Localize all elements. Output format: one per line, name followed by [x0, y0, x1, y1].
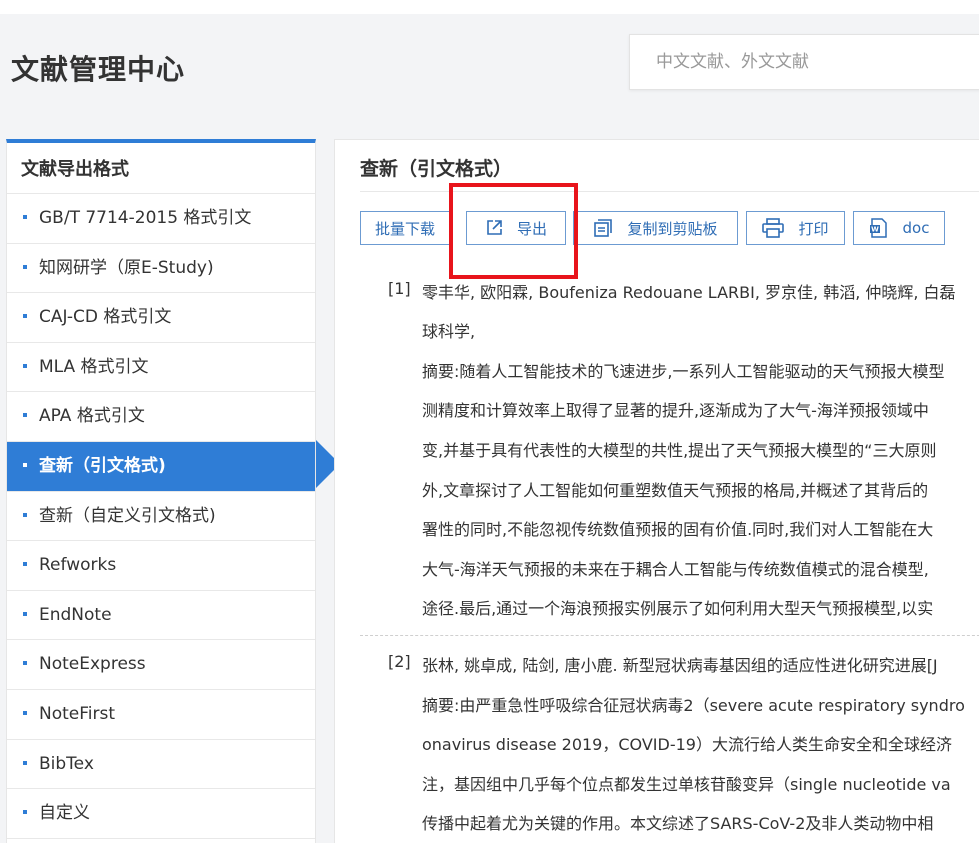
print-label: 打印	[798, 219, 829, 238]
sidebar-title: 文献导出格式	[7, 143, 315, 194]
sidebar-item-estudy[interactable]: 知网研学（原E-Study)	[7, 244, 315, 294]
bullet-icon	[23, 413, 27, 418]
sidebar-item-custom[interactable]: 自定义	[7, 789, 315, 839]
sidebar-item-label: GB/T 7714-2015 格式引文	[39, 208, 252, 228]
page-header: 文献管理中心	[0, 14, 979, 110]
reference-1-line: 大气-海洋天气预报的未来在于耦合人工智能与传统数值模式的混合模型,	[422, 560, 929, 579]
reference-1-line: 署性的同时,不能忽视传统数值预报的固有价值.同时,我们对人工智能在大	[422, 520, 934, 539]
sidebar-item-mla[interactable]: MLA 格式引文	[7, 343, 315, 393]
doc-label: doc	[902, 219, 930, 237]
bullet-icon	[23, 215, 27, 219]
bullet-icon	[23, 760, 27, 765]
sidebar-item-refworks[interactable]: Refworks	[7, 541, 315, 591]
reference-1-line: 球科学,	[422, 322, 476, 341]
batch-download-label: 批量下载	[374, 219, 435, 238]
search-box[interactable]	[629, 34, 979, 90]
sidebar-item-notefirst[interactable]: NoteFirst	[7, 690, 315, 740]
reference-2-line: 摘要:由严重急性呼吸综合征冠状病毒2（severe acute respirat…	[422, 696, 965, 715]
reference-1-line: 零丰华, 欧阳霖, Boufeniza Redouane LARBI, 罗京佳,…	[422, 283, 956, 302]
reference-number: [1]	[388, 279, 411, 298]
export-button[interactable]: 导出	[466, 211, 566, 245]
sidebar-item-gbt7714[interactable]: GB/T 7714-2015 格式引文	[7, 194, 315, 244]
reference-1-line: 摘要:随着人工智能技术的飞速进步,一系列人工智能驱动的天气预报大模型	[422, 362, 945, 381]
sidebar-item-label: EndNote	[39, 604, 112, 625]
export-format-sidebar: 文献导出格式 GB/T 7714-2015 格式引文 知网研学（原E-Study…	[6, 139, 316, 843]
reference-2-line: 注，基因组中几乎每个位点都发生过单核苷酸变异（single nucleotide…	[422, 775, 951, 794]
reference-number: [2]	[388, 652, 411, 671]
sidebar-item-label: NoteFirst	[39, 703, 116, 724]
bullet-icon	[23, 314, 27, 319]
sidebar-item-label: MLA 格式引文	[39, 356, 149, 377]
bullet-icon	[23, 810, 27, 815]
top-strip	[0, 0, 979, 14]
sidebar-item-noteexpress[interactable]: NoteExpress	[7, 640, 315, 690]
printer-icon	[762, 218, 785, 238]
copy-label: 复制到剪贴板	[627, 219, 718, 238]
sidebar-item-label: Refworks	[39, 555, 117, 576]
page-title: 文献管理中心	[11, 53, 186, 86]
reference-separator	[360, 635, 979, 636]
bullet-icon	[23, 462, 27, 467]
search-input[interactable]	[630, 35, 979, 89]
reference-1-line: 变,并基于具有代表性的大模型的共性,提出了天气预报大模型的“三大原则	[422, 441, 937, 460]
reference-2-line: 传播中起着尤为关键的作用。本文综述了SARS-CoV-2及非人类动物中相	[422, 814, 934, 833]
sidebar-item-label: 自定义	[39, 803, 90, 824]
export-icon	[487, 220, 502, 235]
bullet-icon	[23, 611, 27, 616]
copy-to-clipboard-button[interactable]: 复制到剪贴板	[573, 211, 738, 245]
sidebar-item-apa[interactable]: APA 格式引文	[7, 392, 315, 442]
batch-download-button[interactable]: 批量下载	[360, 211, 450, 245]
bullet-icon	[23, 363, 27, 368]
main-panel: 查新（引文格式） 批量下载 导出 复制到剪贴板 打印 W doc [1] 零丰华…	[334, 139, 979, 843]
sidebar-item-label: 查新（自定义引文格式)	[39, 505, 216, 526]
sidebar-item-label: APA 格式引文	[39, 406, 145, 427]
clipboard-icon	[594, 219, 613, 237]
sidebar-item-cajcd[interactable]: CAJ-CD 格式引文	[7, 293, 315, 343]
export-label: 导出	[516, 219, 547, 238]
svg-text:W: W	[871, 226, 879, 234]
sidebar-item-bibtex[interactable]: BibTex	[7, 740, 315, 790]
sidebar-item-label: CAJ-CD 格式引文	[39, 307, 172, 328]
reference-2-line: onavirus disease 2019，COVID-19）大流行给人类生命安…	[422, 735, 952, 754]
bullet-icon	[23, 661, 27, 666]
reference-1-line: 外,文章探讨了人工智能如何重塑数值天气预报的格局,并概述了其背后的	[422, 481, 929, 500]
bullet-icon	[23, 512, 27, 517]
panel-title: 查新（引文格式）	[360, 158, 513, 180]
word-doc-icon: W	[869, 218, 887, 238]
sidebar-item-endnote[interactable]: EndNote	[7, 591, 315, 641]
title-divider	[360, 191, 979, 192]
sidebar-item-label: BibTex	[39, 753, 94, 774]
sidebar-item-novelty-custom[interactable]: 查新（自定义引文格式)	[7, 492, 315, 542]
reference-1-line: 途径.最后,通过一个海浪预报实例展示了如何利用大型天气预报模型,以实	[422, 599, 934, 618]
bullet-icon	[23, 710, 27, 715]
sidebar-item-label: 查新（引文格式)	[39, 455, 166, 476]
bullet-icon	[23, 562, 27, 567]
sidebar-item-label: 知网研学（原E-Study)	[39, 257, 214, 278]
bullet-icon	[23, 264, 27, 269]
doc-button[interactable]: W doc	[853, 211, 945, 245]
sidebar-item-novelty-citation[interactable]: 查新（引文格式)	[7, 441, 315, 492]
sidebar-item-label: NoteExpress	[39, 654, 146, 675]
reference-2-line: 张林, 姚卓成, 陆剑, 唐小鹿. 新型冠状病毒基因组的适应性进化研究进展[J	[422, 656, 938, 675]
reference-1-line: 测精度和计算效率上取得了显著的提升,逐渐成为了大气-海洋预报领域中	[422, 401, 929, 420]
print-button[interactable]: 打印	[746, 211, 845, 245]
